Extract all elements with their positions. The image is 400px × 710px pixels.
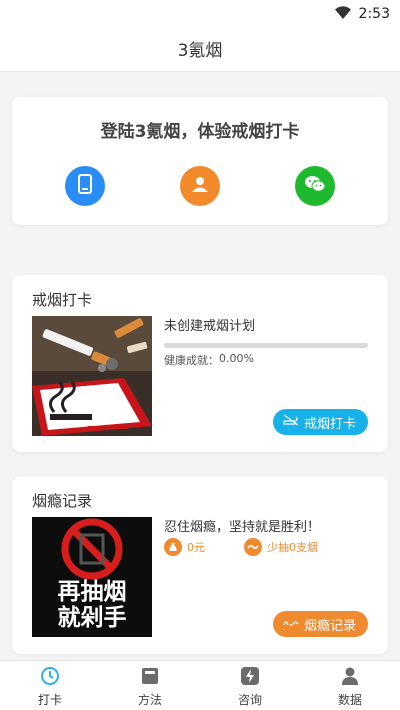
status-bar: 2:53 [0, 0, 400, 26]
checkin-card: 戒烟打卡 未创建戒烟计划 健康成就： 0.00% 戒烟打卡 [12, 275, 388, 452]
page-title: 3氪烟 [177, 41, 223, 61]
clock-icon [40, 666, 60, 686]
no-smoking-icon [283, 414, 299, 430]
checkin-title: 戒烟打卡 [32, 291, 93, 309]
phone-icon [77, 174, 93, 198]
app-bar: 3氪烟 [0, 26, 400, 72]
tab-data[interactable]: 数据 [300, 661, 400, 710]
checkin-button-label: 戒烟打卡 [303, 416, 356, 432]
tab-consult-label: 咨询 [237, 693, 262, 707]
cigarettes-avoided-value: 少抽0支烟 [267, 541, 318, 554]
cigarettes-avoided: 少抽0支烟 [244, 538, 318, 556]
record-button[interactable]: 烟瘾记录 [272, 611, 368, 637]
login-title: 登陆3氪烟，体验戒烟打卡 [100, 122, 300, 142]
cigarette-icon [244, 538, 262, 556]
wechat-login-button[interactable] [295, 166, 335, 206]
person-icon [340, 666, 360, 686]
motto-text: 忍住烟瘾，坚持就是胜利！ [164, 520, 321, 535]
record-card: 烟瘾记录 再抽烟 就剁手 忍住烟瘾，坚持就是胜利！ 0元 少抽0支烟 烟瘾记录 [12, 476, 388, 654]
health-achievement: 健康成就： 0.00% [164, 352, 254, 368]
tab-method-label: 方法 [137, 693, 162, 707]
image-caption: 再抽烟 就剁手 [32, 579, 152, 631]
health-progress-bar [164, 343, 368, 348]
book-icon [140, 666, 160, 686]
login-card: 登陆3氪烟，体验戒烟打卡 [12, 97, 388, 225]
record-image: 再抽烟 就剁手 [32, 517, 152, 637]
image-caption-line-1: 再抽烟 [57, 579, 127, 605]
plan-status-text: 未创建戒烟计划 [164, 319, 256, 334]
craving-icon [283, 616, 299, 632]
tab-method[interactable]: 方法 [100, 661, 200, 710]
record-button-label: 烟瘾记录 [303, 618, 356, 634]
phone-login-button[interactable] [65, 166, 105, 206]
money-bag-icon [164, 538, 182, 556]
account-login-button[interactable] [180, 166, 220, 206]
status-time: 2:53 [358, 5, 390, 22]
checkin-button[interactable]: 戒烟打卡 [272, 409, 368, 435]
tab-checkin[interactable]: 打卡 [0, 661, 100, 710]
tab-consult[interactable]: 咨询 [200, 661, 300, 710]
image-caption-line-2: 就剁手 [57, 605, 127, 631]
money-saved: 0元 [164, 538, 205, 556]
checkin-image [32, 316, 152, 436]
health-label: 健康成就： [164, 354, 219, 367]
tab-checkin-label: 打卡 [37, 693, 62, 707]
health-value: 0.00% [219, 352, 254, 365]
money-saved-value: 0元 [187, 541, 205, 554]
wifi-icon [334, 4, 351, 23]
wechat-icon [304, 175, 326, 197]
bottom-tab-bar: 打卡 方法 咨询 数据 [0, 660, 400, 710]
lightning-icon [240, 666, 260, 686]
user-icon [191, 175, 209, 197]
tab-data-label: 数据 [337, 693, 362, 707]
record-title: 烟瘾记录 [32, 492, 93, 510]
